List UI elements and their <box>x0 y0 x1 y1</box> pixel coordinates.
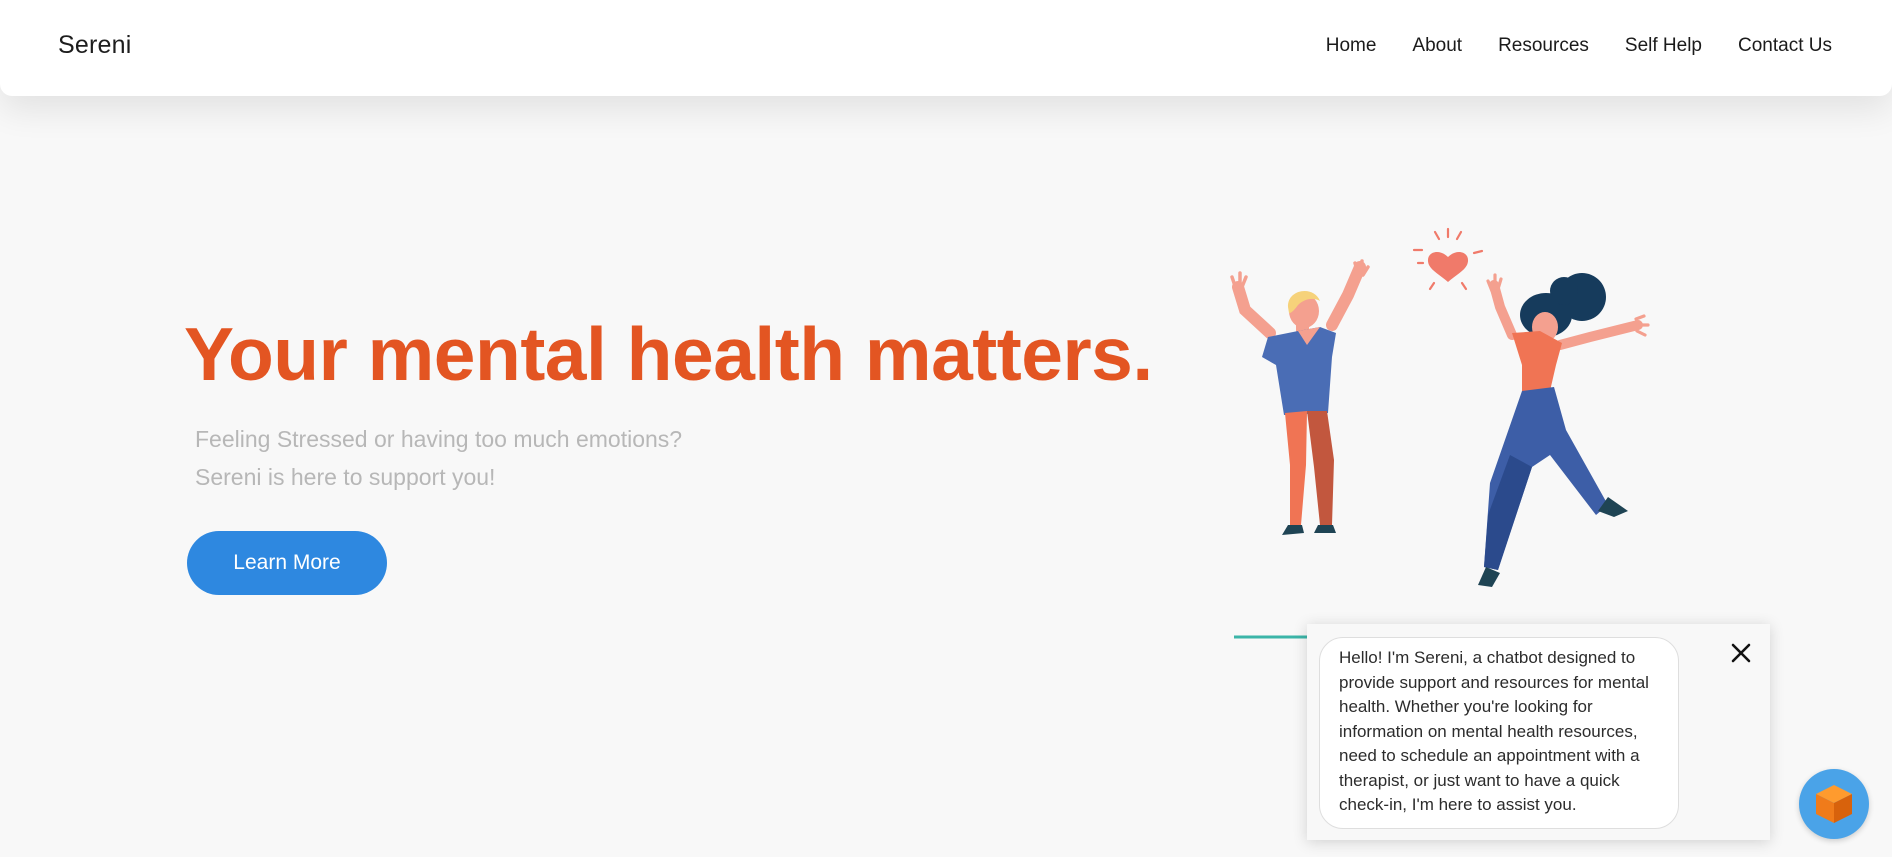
heart-icon <box>1412 227 1484 291</box>
navbar: Sereni Home About Resources Self Help Co… <box>0 0 1892 96</box>
hero-subtitle-line-2: Sereni is here to support you! <box>195 464 496 490</box>
nav-link-home[interactable]: Home <box>1326 35 1377 57</box>
nav-link-resources[interactable]: Resources <box>1498 35 1589 57</box>
nav-link-contact-us[interactable]: Contact Us <box>1738 35 1832 57</box>
nav-menu: Home About Resources Self Help Contact U… <box>1326 35 1832 57</box>
close-icon[interactable] <box>1727 639 1755 667</box>
chat-launcher-button[interactable] <box>1799 769 1869 839</box>
man-figure <box>1230 259 1370 535</box>
chat-message-text: Hello! I'm Sereni, a chatbot designed to… <box>1339 648 1649 814</box>
cube-icon <box>1816 785 1852 823</box>
hero-title: Your mental health matters. <box>184 312 1153 396</box>
chat-message-bubble: Hello! I'm Sereni, a chatbot designed to… <box>1319 637 1679 829</box>
chat-panel: Hello! I'm Sereni, a chatbot designed to… <box>1307 624 1770 840</box>
brand-logo[interactable]: Sereni <box>58 31 131 60</box>
nav-link-about[interactable]: About <box>1412 35 1462 57</box>
learn-more-button[interactable]: Learn More <box>187 531 387 595</box>
woman-figure <box>1478 273 1650 587</box>
nav-link-self-help[interactable]: Self Help <box>1625 35 1702 57</box>
page: Sereni Home About Resources Self Help Co… <box>0 0 1892 857</box>
hero-subtitle-line-1: Feeling Stressed or having too much emot… <box>195 426 683 452</box>
people-jumping-illustration <box>1230 227 1650 639</box>
hero-subtitle: Feeling Stressed or having too much emot… <box>195 420 682 496</box>
